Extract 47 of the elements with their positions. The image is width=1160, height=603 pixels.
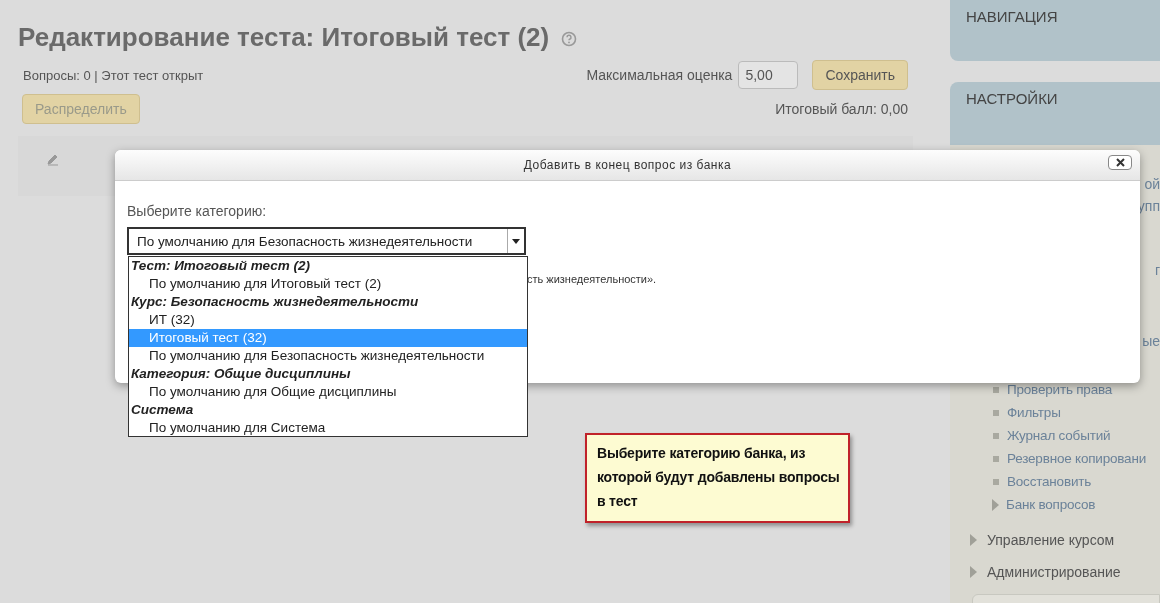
option-group: Тест: Итоговый тест (2) bbox=[129, 257, 527, 275]
note-text: сть жизнедеятельности». bbox=[527, 273, 657, 285]
dropdown-option[interactable]: По умолчанию для Общие дисциплины bbox=[129, 383, 527, 401]
menu-link[interactable]: Журнал событий bbox=[1007, 428, 1111, 443]
expand-arrow-icon[interactable] bbox=[992, 498, 999, 511]
bullet-icon bbox=[993, 478, 999, 485]
save-button[interactable]: Сохранить bbox=[812, 60, 908, 90]
dropdown-option[interactable]: ИТ (32) bbox=[129, 311, 527, 329]
dropdown-option[interactable]: По умолчанию для Система bbox=[129, 419, 527, 437]
settings-heading: НАСТРОЙКИ bbox=[966, 90, 1058, 107]
option-group: Категория: Общие дисциплины bbox=[129, 365, 527, 383]
option-group: Система bbox=[129, 401, 527, 419]
pencil-icon[interactable] bbox=[46, 152, 60, 166]
total-grade: Итоговый балл: 0,00 bbox=[775, 101, 908, 117]
expand-arrow-icon[interactable] bbox=[970, 534, 977, 546]
close-button[interactable] bbox=[1108, 155, 1132, 170]
page-title: Редактирование теста: Итоговый тест (2) bbox=[18, 21, 550, 53]
menu-link[interactable]: ой bbox=[1144, 176, 1160, 192]
option-group: Курс: Безопасность жизнедеятельности bbox=[129, 293, 527, 311]
close-icon[interactable] bbox=[1115, 158, 1125, 167]
dialog-title: Добавить в конец вопрос из банка bbox=[523, 158, 732, 172]
menu-link[interactable]: Резервное копировани bbox=[1007, 451, 1147, 466]
expand-arrow-icon[interactable] bbox=[970, 566, 977, 578]
category-label: Выберите категорию: bbox=[127, 203, 268, 219]
callout-note: Выберите категорию банка, из которой будут добавлены вопросы в тест bbox=[585, 433, 850, 523]
menu-section[interactable]: Управление курсом bbox=[987, 532, 1115, 548]
quiz-status: Вопросы: 0 | Этот тест открыт bbox=[23, 67, 204, 83]
distribute-button[interactable]: Распределить bbox=[22, 94, 140, 124]
menu-link[interactable]: Проверить права bbox=[1007, 382, 1113, 397]
max-grade-label: Максимальная оценка bbox=[586, 67, 733, 83]
navigation-heading: НАВИГАЦИЯ bbox=[966, 8, 1058, 25]
bullet-icon bbox=[993, 386, 999, 393]
menu-link[interactable]: Фильтры bbox=[1007, 405, 1061, 420]
help-icon[interactable] bbox=[561, 31, 578, 47]
category-select[interactable]: По умолчанию для Безопасность жизнедеятельности bbox=[127, 227, 526, 255]
bullet-icon bbox=[993, 432, 999, 439]
menu-link[interactable]: ые bbox=[1142, 333, 1160, 349]
max-grade-field[interactable]: 5,00 bbox=[738, 61, 799, 89]
menu-section[interactable]: Администрирование bbox=[987, 564, 1121, 580]
dropdown-option[interactable]: По умолчанию для Итоговый тест (2) bbox=[129, 275, 527, 293]
bullet-icon bbox=[993, 455, 999, 462]
menu-link[interactable]: Восстановить bbox=[1007, 474, 1092, 489]
dropdown-option[interactable]: Итоговый тест (32) bbox=[129, 329, 527, 347]
menu-link[interactable]: Банк вопросов bbox=[1006, 497, 1096, 512]
dropdown-option[interactable]: По умолчанию для Безопасность жизнедеятельности bbox=[129, 347, 527, 365]
menu-link[interactable]: г bbox=[1154, 262, 1160, 278]
bullet-icon bbox=[993, 409, 999, 416]
